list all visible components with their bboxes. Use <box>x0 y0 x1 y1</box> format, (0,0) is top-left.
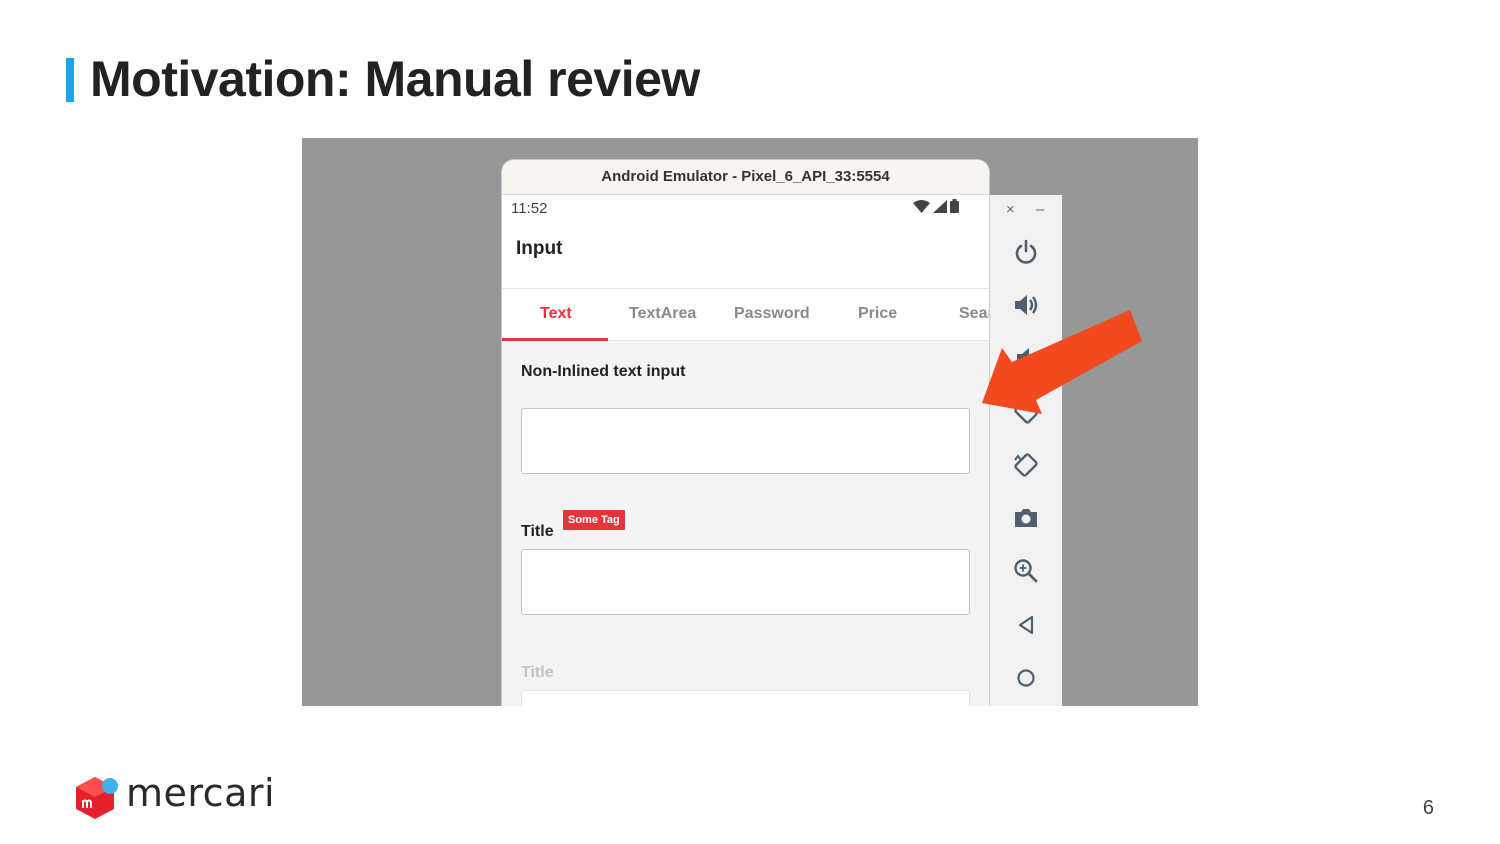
status-icons <box>913 199 959 213</box>
brand-wordmark: mercari <box>126 771 276 815</box>
app-title: Input <box>516 238 563 259</box>
back-icon[interactable] <box>1012 611 1040 639</box>
battery-icon <box>950 199 959 213</box>
emulator-side-toolbar: × – <box>989 195 1062 706</box>
minimize-icon[interactable]: – <box>1036 201 1044 218</box>
disabled-title-input <box>521 690 970 706</box>
rotate-right-icon[interactable] <box>1012 451 1040 479</box>
some-tag-badge: Some Tag <box>563 510 625 530</box>
emulator-title: Android Emulator - Pixel_6_API_33:5554 <box>502 160 989 195</box>
slide-title: Motivation: Manual review <box>90 51 700 107</box>
non-inlined-label: Non-Inlined text input <box>521 363 686 380</box>
tab-password[interactable]: Password <box>734 305 810 323</box>
status-bar: 11:52 <box>502 195 989 221</box>
wifi-icon <box>913 199 930 213</box>
tab-price[interactable]: Price <box>858 305 897 323</box>
red-arrow-icon <box>982 310 1142 414</box>
tab-text[interactable]: Text <box>540 305 572 323</box>
form-content: Non-Inlined text input Title Some Tag Ti… <box>502 341 989 706</box>
side-toolbar-top: × – <box>990 195 1062 227</box>
power-icon[interactable] <box>1012 238 1040 266</box>
signal-icon <box>933 199 947 213</box>
title-input[interactable] <box>521 549 970 615</box>
emulator-screenshot: Android Emulator - Pixel_6_API_33:5554 1… <box>302 138 1198 706</box>
emulator-window: Android Emulator - Pixel_6_API_33:5554 1… <box>502 160 989 706</box>
app-bar: Input <box>502 221 989 289</box>
mercari-logo-icon <box>76 777 118 819</box>
title-accent-bar <box>66 58 74 102</box>
page-number: 6 <box>1422 797 1434 819</box>
home-icon[interactable] <box>1012 664 1040 692</box>
close-icon[interactable]: × <box>1006 201 1015 218</box>
tab-bar: Text TextArea Password Price Sear <box>502 289 989 341</box>
tab-textarea[interactable]: TextArea <box>629 305 696 323</box>
title-label: Title <box>521 523 554 540</box>
non-inlined-text-input[interactable] <box>521 408 970 474</box>
camera-icon[interactable] <box>1012 504 1040 532</box>
zoom-icon[interactable] <box>1012 557 1040 585</box>
disabled-title-label: Title <box>521 664 554 681</box>
status-time: 11:52 <box>511 200 548 217</box>
